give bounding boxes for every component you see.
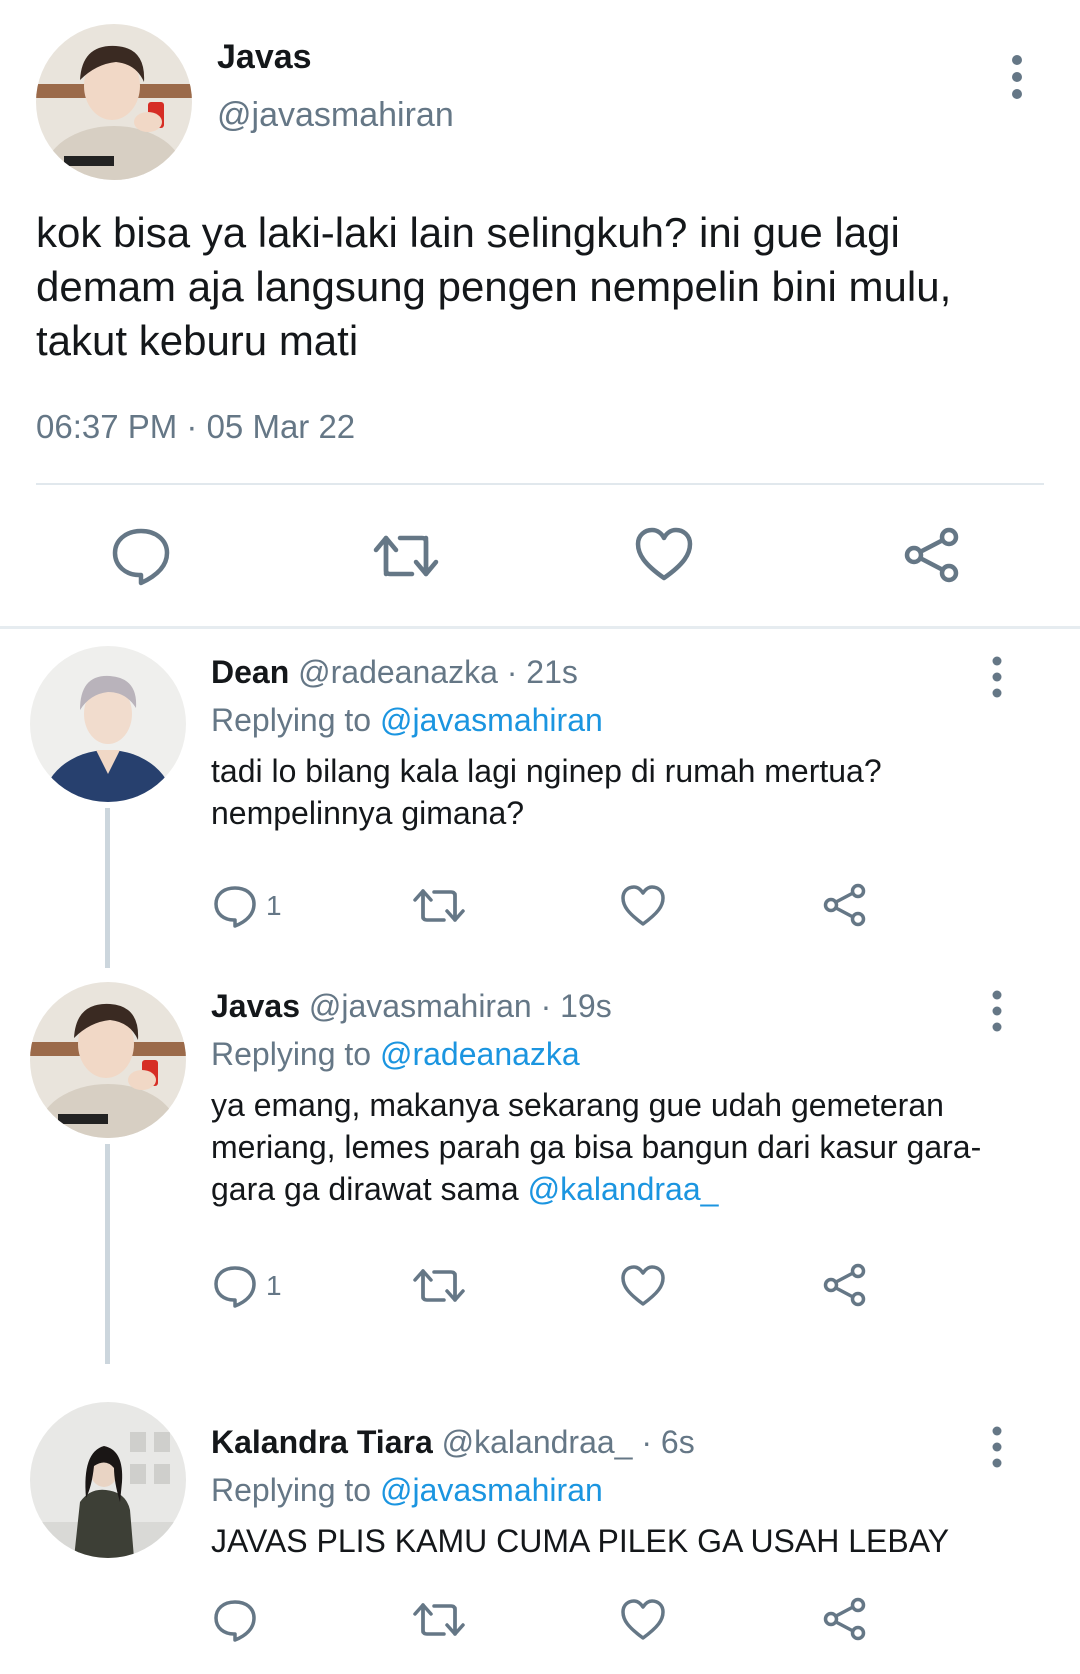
- main-author-handle[interactable]: @javasmahiran: [217, 96, 454, 135]
- reply-tweet[interactable]: Javas @javasmahiran · 19s Replying to @r…: [0, 962, 1080, 1402]
- reply-button[interactable]: [110, 526, 172, 586]
- share-button[interactable]: [902, 526, 962, 584]
- more-vertical-icon[interactable]: [982, 988, 1012, 1034]
- replying-to-label: Replying to: [211, 1036, 372, 1072]
- reply-icon: [214, 886, 256, 928]
- share-icon: [904, 527, 959, 583]
- reply-count: 1: [266, 890, 282, 921]
- reply-count: 1: [266, 1270, 282, 1301]
- heart-icon: [635, 527, 693, 581]
- retweet-button[interactable]: [412, 1600, 466, 1640]
- divider: [36, 483, 1044, 485]
- more-vertical-icon[interactable]: [1000, 52, 1034, 102]
- reply-author-name[interactable]: Kalandra Tiara: [211, 1424, 433, 1460]
- replying-to: Replying to @javasmahiran: [211, 702, 603, 739]
- main-tweet: Javas @javasmahiran kok bisa ya laki-lak…: [0, 0, 1080, 628]
- main-avatar[interactable]: [36, 24, 192, 180]
- reply-icon: [112, 528, 170, 586]
- mention-link[interactable]: @kalandraa_: [528, 1171, 719, 1207]
- retweet-button[interactable]: [372, 530, 440, 582]
- like-button[interactable]: [620, 1598, 666, 1642]
- share-icon: [823, 1263, 866, 1307]
- reply-avatar[interactable]: [30, 982, 186, 1138]
- main-tweet-text: kok bisa ya laki-laki lain selingkuh? in…: [36, 209, 952, 364]
- reply-button[interactable]: 1: [212, 884, 282, 928]
- share-button[interactable]: [822, 882, 868, 928]
- reply-text: tadi lo bilang kala lagi nginep di rumah…: [211, 750, 1011, 834]
- main-tweet-timestamp: 06:37 PM · 05 Mar 22: [36, 408, 356, 445]
- retweet-button[interactable]: [412, 886, 466, 926]
- reply-author-meta[interactable]: @radeanazka · 21s: [298, 654, 578, 690]
- replying-to-label: Replying to: [211, 702, 372, 738]
- reply-icon: [214, 1600, 256, 1642]
- thread-line: [105, 808, 110, 968]
- reply-author-meta[interactable]: @javasmahiran · 19s: [309, 988, 612, 1024]
- heart-icon: [621, 885, 665, 926]
- replying-to-link[interactable]: @javasmahiran: [380, 1472, 603, 1508]
- like-button[interactable]: [620, 884, 666, 928]
- reply-author-name[interactable]: Javas: [211, 988, 300, 1024]
- reply-author-name[interactable]: Dean: [211, 654, 289, 690]
- reply-avatar[interactable]: [30, 1402, 186, 1558]
- reply-author-meta[interactable]: @kalandraa_ · 6s: [442, 1424, 695, 1460]
- reply-text: JAVAS PLIS KAMU CUMA PILEK GA USAH LEBAY: [211, 1520, 1031, 1562]
- retweet-icon: [413, 889, 465, 922]
- reply-text-body: tadi lo bilang kala lagi nginep di rumah…: [211, 753, 882, 831]
- reply-text: ya emang, makanya sekarang gue udah geme…: [211, 1084, 991, 1210]
- reply-header: Dean @radeanazka · 21s: [211, 654, 578, 691]
- replying-to: Replying to @javasmahiran: [211, 1472, 603, 1509]
- heart-icon: [621, 1265, 665, 1306]
- more-vertical-icon[interactable]: [982, 1424, 1012, 1470]
- retweet-button[interactable]: [412, 1266, 466, 1306]
- reply-header: Javas @javasmahiran · 19s: [211, 988, 612, 1025]
- heart-icon: [621, 1599, 665, 1640]
- main-tweet-actions: [0, 520, 1080, 592]
- reply-tweet[interactable]: Dean @radeanazka · 21s Replying to @java…: [0, 628, 1080, 968]
- retweet-icon: [373, 535, 439, 577]
- share-icon: [823, 1597, 866, 1641]
- reply-button[interactable]: [212, 1598, 258, 1642]
- replying-to-link[interactable]: @radeanazka: [380, 1036, 580, 1072]
- reply-avatar[interactable]: [30, 646, 186, 802]
- reply-button[interactable]: 1: [212, 1264, 282, 1308]
- replying-to-link[interactable]: @javasmahiran: [380, 702, 603, 738]
- share-button[interactable]: [822, 1262, 868, 1308]
- replying-to-label: Replying to: [211, 1472, 372, 1508]
- retweet-icon: [413, 1603, 465, 1636]
- reply-header: Kalandra Tiara @kalandraa_ · 6s: [211, 1424, 695, 1461]
- like-button[interactable]: [634, 526, 694, 582]
- share-icon: [823, 883, 866, 927]
- retweet-icon: [413, 1269, 465, 1302]
- like-button[interactable]: [620, 1264, 666, 1308]
- more-vertical-icon[interactable]: [982, 654, 1012, 700]
- thread-line: [105, 1144, 110, 1364]
- main-author-name[interactable]: Javas: [217, 38, 312, 77]
- reply-text-body: JAVAS PLIS KAMU CUMA PILEK GA USAH LEBAY: [211, 1523, 950, 1559]
- share-button[interactable]: [822, 1596, 868, 1642]
- reply-icon: [214, 1266, 256, 1308]
- reply-tweet[interactable]: Kalandra Tiara @kalandraa_ · 6s Replying…: [0, 1402, 1080, 1674]
- replying-to: Replying to @radeanazka: [211, 1036, 580, 1073]
